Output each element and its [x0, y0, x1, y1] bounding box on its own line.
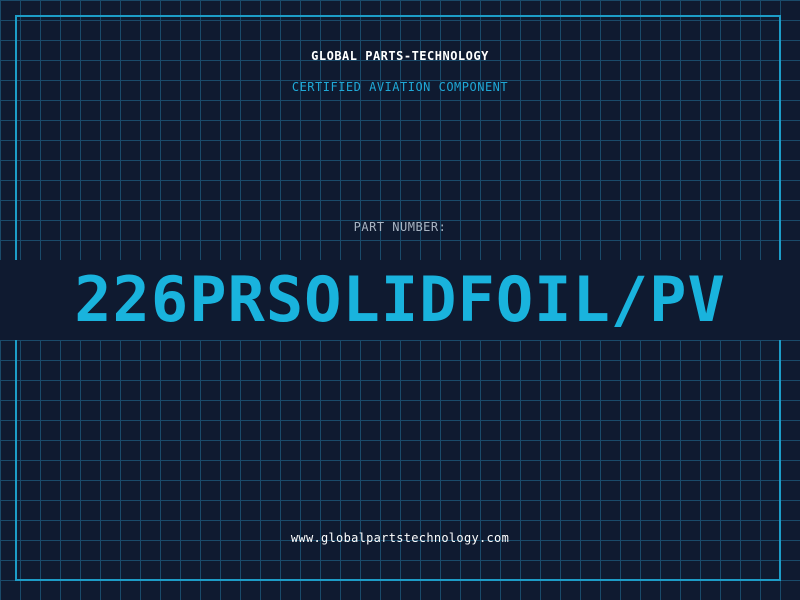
company-name: GLOBAL PARTS-TECHNOLOGY — [311, 49, 489, 63]
part-label-card: GLOBAL PARTS-TECHNOLOGY CERTIFIED AVIATI… — [0, 0, 800, 600]
website-url: www.globalpartstechnology.com — [290, 531, 510, 545]
part-number-label: PART NUMBER: — [353, 220, 447, 234]
certification-tagline: CERTIFIED AVIATION COMPONENT — [291, 80, 509, 94]
part-number-value: 226PRSOLIDFOIL/PV — [74, 263, 726, 336]
